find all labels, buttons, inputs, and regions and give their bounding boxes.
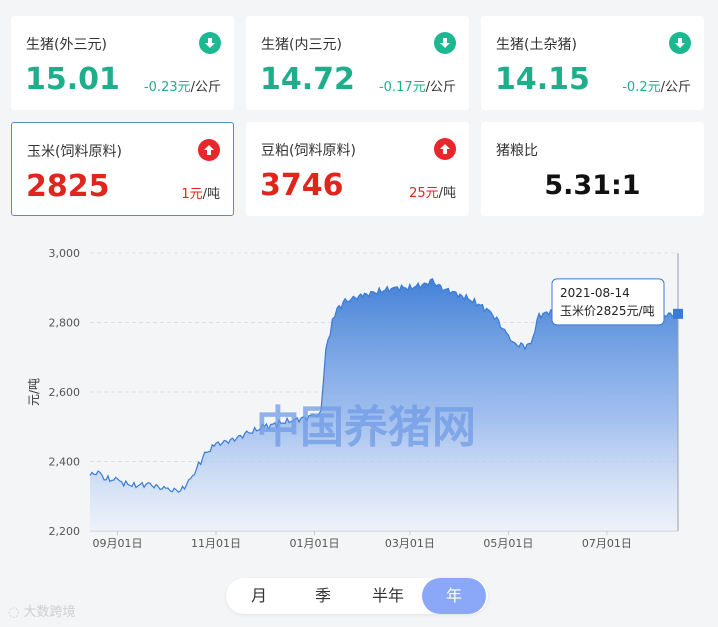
change-amount: -0.17元	[378, 80, 426, 95]
price-card-pig-tuzazhu[interactable]: 生猪(土杂猪) 14.15 -0.2元/公斤	[481, 16, 704, 110]
change-unit: /公斤	[190, 80, 221, 95]
arrow-up-icon	[198, 139, 220, 161]
tooltip-value: 玉米价2825元/吨	[560, 304, 655, 318]
card-change: 1元/吨	[181, 183, 220, 202]
card-change: 25元/吨	[409, 182, 456, 201]
card-title: 生猪(土杂猪)	[496, 37, 577, 53]
change-amount: -0.2元	[622, 80, 661, 95]
y-axis-label: 元/吨	[27, 378, 41, 406]
period-month-button[interactable]: 月	[234, 578, 284, 614]
change-unit: /公斤	[425, 80, 456, 95]
ratio-value: 5.31:1	[544, 170, 641, 201]
chart-tooltip: 2021-08-14 玉米价2825元/吨	[551, 278, 665, 326]
y-tick-label: 3,000	[49, 247, 81, 260]
y-tick-label: 2,200	[49, 525, 81, 538]
tooltip-date: 2021-08-14	[560, 286, 630, 300]
change-amount: 1元	[181, 187, 203, 202]
pig-grain-ratio-card[interactable]: 猪粮比 5.31:1	[481, 122, 704, 216]
x-tick-label: 07月01日	[582, 537, 632, 550]
price-card-pig-waisanyuan[interactable]: 生猪(外三元) 15.01 -0.23元/公斤	[11, 16, 234, 110]
x-tick-label: 11月01日	[191, 537, 241, 550]
change-unit: /公斤	[660, 80, 691, 95]
arrow-down-icon	[669, 32, 691, 54]
watermark: 中国养猪网	[256, 402, 476, 453]
card-change: -0.23元/公斤	[144, 76, 221, 95]
change-unit: /吨	[438, 186, 456, 201]
card-title: 猪粮比	[496, 143, 538, 159]
change-unit: /吨	[202, 187, 220, 202]
card-title: 玉米(饲料原料)	[27, 144, 122, 160]
card-change: -0.17元/公斤	[379, 76, 456, 95]
x-tick-label: 03月01日	[385, 537, 435, 550]
brand-watermark: ◌ 大数跨境	[8, 605, 76, 620]
card-title: 生猪(内三元)	[261, 37, 342, 53]
y-tick-label: 2,600	[49, 386, 81, 399]
arrow-up-icon	[434, 138, 456, 160]
x-tick-label: 09月01日	[92, 537, 142, 550]
price-card-corn[interactable]: 玉米(饲料原料) 2825 1元/吨	[11, 122, 234, 216]
period-quarter-button[interactable]: 季	[298, 578, 348, 614]
price-card-pig-neisanyuan[interactable]: 生猪(内三元) 14.72 -0.17元/公斤	[246, 16, 469, 110]
x-tick-label: 05月01日	[483, 537, 533, 550]
y-tick-label: 2,400	[49, 456, 81, 469]
brand-logo-icon: ◌	[8, 605, 24, 620]
period-halfyear-button[interactable]: 半年	[360, 578, 416, 614]
price-trend-chart[interactable]: 2,200 2,400 2,600 2,800 3,000 09月01日 11月01日 01…	[0, 235, 718, 555]
card-value: 3746	[260, 168, 344, 203]
period-year-button[interactable]: 年	[422, 578, 486, 614]
change-amount: 25元	[409, 186, 439, 201]
card-value: 14.15	[495, 62, 590, 97]
card-change: -0.2元/公斤	[622, 76, 691, 95]
y-tick-label: 2,800	[49, 317, 81, 330]
card-value: 15.01	[25, 62, 120, 97]
card-value: 2825	[26, 169, 110, 204]
change-amount: -0.23元	[143, 80, 191, 95]
arrow-down-icon	[199, 32, 221, 54]
arrow-down-icon	[434, 32, 456, 54]
card-title: 豆粕(饲料原料)	[261, 143, 356, 159]
x-tick-label: 01月01日	[290, 537, 340, 550]
card-value: 14.72	[260, 62, 355, 97]
price-card-soymeal[interactable]: 豆粕(饲料原料) 3746 25元/吨	[246, 122, 469, 216]
chart-point-marker	[673, 308, 683, 319]
period-selector: 月 季 半年 年	[226, 578, 488, 614]
card-title: 生猪(外三元)	[26, 37, 107, 53]
